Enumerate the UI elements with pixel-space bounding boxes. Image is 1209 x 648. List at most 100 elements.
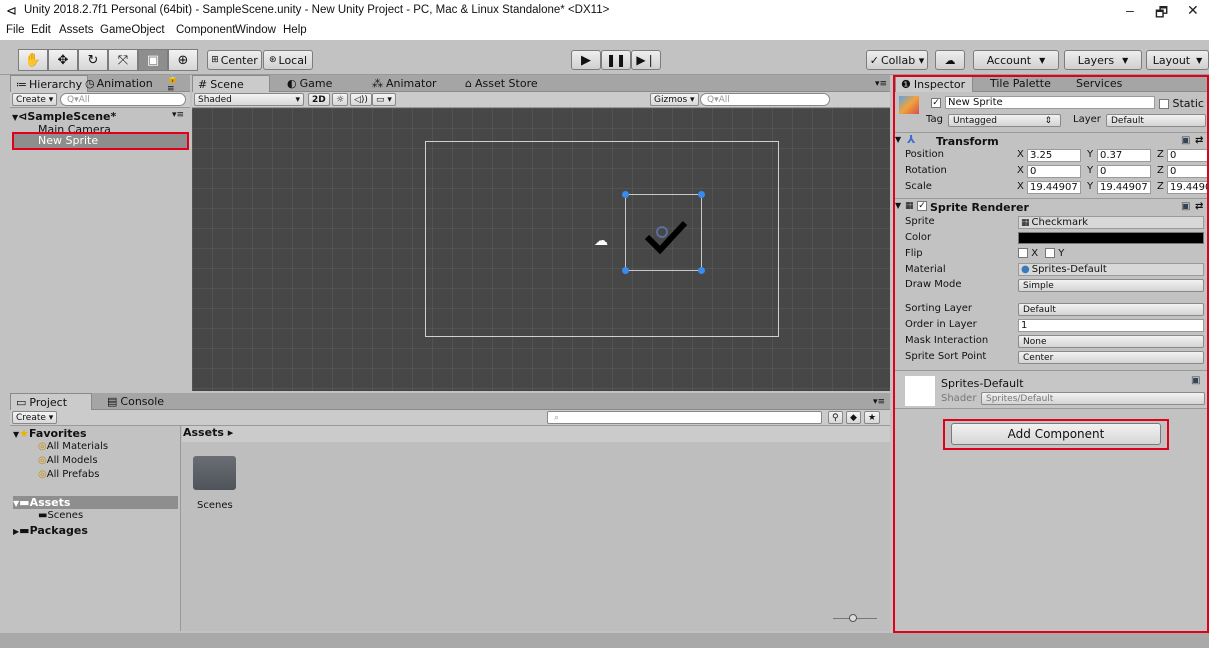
help-icon[interactable]: ▣ bbox=[1181, 135, 1190, 146]
menu-gameobject[interactable]: GameObject bbox=[100, 24, 165, 36]
transform-header[interactable]: ▼ ⅄ Transform ▣ ⇄ bbox=[893, 132, 1209, 148]
tab-inspector[interactable]: ❶ Inspector bbox=[895, 75, 973, 92]
create-dropdown[interactable]: Create ▾ bbox=[12, 411, 58, 424]
zoom-slider[interactable] bbox=[833, 614, 877, 622]
flip-x-checkbox[interactable] bbox=[1018, 248, 1028, 258]
filter-label-icon[interactable]: ◆ bbox=[846, 411, 861, 424]
corner-handle[interactable] bbox=[622, 191, 629, 198]
search-input[interactable]: Q▾All bbox=[60, 93, 186, 106]
material-preview[interactable]: Sprites-Default Shader Sprites/Default ▣ bbox=[893, 370, 1209, 409]
hierarchy-item-new-sprite[interactable]: New Sprite bbox=[14, 134, 188, 148]
favorite-all-models[interactable]: ◎All Models bbox=[38, 455, 98, 466]
lighting-toggle-icon[interactable]: ☼ bbox=[332, 93, 349, 106]
collab-button[interactable]: ✓ Collab ▾ bbox=[866, 50, 928, 70]
position-z-field[interactable]: 0 bbox=[1167, 149, 1209, 162]
menu-file[interactable]: File bbox=[6, 24, 25, 36]
scene-viewport[interactable]: ☁ bbox=[192, 108, 890, 391]
tab-hierarchy[interactable]: ≔ Hierarchy bbox=[10, 75, 89, 92]
create-dropdown[interactable]: Create ▾ bbox=[12, 93, 58, 106]
tab-game[interactable]: ◐ Game bbox=[282, 75, 337, 92]
packages-node[interactable]: ▶▬Packages bbox=[13, 524, 88, 537]
cloud-button[interactable]: ☁ bbox=[935, 50, 965, 70]
favorite-star-icon[interactable]: ★ bbox=[864, 411, 881, 424]
flip-x-toggle[interactable]: X bbox=[1018, 248, 1038, 259]
add-component-button[interactable]: Add Component bbox=[951, 423, 1161, 445]
account-dropdown[interactable]: Account ▼ bbox=[973, 50, 1059, 70]
draw-mode-dropdown[interactable]: Simple bbox=[1018, 279, 1204, 292]
checkmark-sprite[interactable] bbox=[644, 220, 688, 254]
panel-menu-icon[interactable]: 🔒≡ bbox=[162, 74, 190, 94]
mask-interaction-dropdown[interactable]: None bbox=[1018, 335, 1204, 348]
tab-project[interactable]: ▭ Project bbox=[10, 393, 92, 410]
folder-icon[interactable] bbox=[193, 456, 236, 490]
static-toggle[interactable]: Static bbox=[1159, 97, 1204, 110]
favorite-all-prefabs[interactable]: ◎All Prefabs bbox=[38, 469, 99, 480]
scale-z-field[interactable]: 19.4490 bbox=[1167, 181, 1209, 194]
favorite-all-materials[interactable]: ◎All Materials bbox=[38, 441, 108, 452]
panel-menu-icon[interactable]: ▾≡ bbox=[868, 393, 890, 410]
enabled-checkbox[interactable]: ✓ bbox=[917, 201, 927, 211]
settings-icon[interactable]: ⇄ bbox=[1195, 135, 1203, 146]
favorites-node[interactable]: ▼★Favorites bbox=[13, 427, 87, 440]
gizmos-dropdown[interactable]: Gizmos ▾ bbox=[650, 93, 699, 106]
tab-console[interactable]: ▤ Console bbox=[102, 393, 169, 410]
tab-services[interactable]: Services bbox=[1071, 75, 1127, 92]
menu-component[interactable]: Component bbox=[176, 24, 235, 36]
flip-y-checkbox[interactable] bbox=[1045, 248, 1055, 258]
static-checkbox[interactable] bbox=[1159, 99, 1169, 109]
minimize-button[interactable]: – bbox=[1126, 2, 1134, 18]
scale-x-field[interactable]: 19.44907 bbox=[1027, 181, 1081, 194]
tab-animator[interactable]: ⁂ Animator bbox=[367, 75, 442, 92]
sprite-sort-point-dropdown[interactable]: Center bbox=[1018, 351, 1204, 364]
rotate-tool-icon[interactable]: ↻ bbox=[78, 49, 108, 71]
scene-root[interactable]: ▼⊲SampleScene* ▾≡ bbox=[12, 110, 184, 123]
menu-help[interactable]: Help bbox=[283, 24, 307, 36]
pivot-center-button[interactable]: ⊞ Center bbox=[207, 50, 262, 70]
rotation-x-field[interactable]: 0 bbox=[1027, 165, 1081, 178]
breadcrumb[interactable]: Assets ▸ bbox=[182, 426, 890, 442]
tab-asset-store[interactable]: ⌂ Asset Store bbox=[460, 75, 543, 92]
corner-handle[interactable] bbox=[698, 191, 705, 198]
tag-dropdown[interactable]: Untagged ⇕ bbox=[948, 114, 1061, 127]
corner-handle[interactable] bbox=[698, 267, 705, 274]
camera-gizmo-icon[interactable]: ☁ bbox=[594, 233, 608, 249]
position-x-field[interactable]: 3.25 bbox=[1027, 149, 1081, 162]
rotation-z-field[interactable]: 0 bbox=[1167, 165, 1209, 178]
sprite-renderer-header[interactable]: ▼ ▦ ✓ Sprite Renderer ▣ ⇄ bbox=[893, 198, 1209, 214]
scale-tool-icon[interactable]: ⤧ bbox=[108, 49, 138, 71]
pause-button[interactable]: ❚❚ bbox=[601, 50, 631, 70]
menu-edit[interactable]: Edit bbox=[31, 24, 51, 36]
filter-type-icon[interactable]: ⚲ bbox=[828, 411, 843, 424]
sprite-rect-handle[interactable] bbox=[622, 191, 705, 274]
help-icon[interactable]: ▣ bbox=[1181, 201, 1190, 212]
material-field[interactable]: ● Sprites-Default bbox=[1018, 263, 1204, 276]
order-in-layer-field[interactable]: 1 bbox=[1018, 319, 1204, 332]
flip-y-toggle[interactable]: Y bbox=[1045, 248, 1064, 259]
rotation-y-field[interactable]: 0 bbox=[1097, 165, 1151, 178]
project-search-input[interactable]: ⌕ bbox=[547, 411, 822, 424]
layer-dropdown[interactable]: Default bbox=[1106, 114, 1206, 127]
sorting-layer-dropdown[interactable]: Default bbox=[1018, 303, 1204, 316]
effects-toggle-icon[interactable]: ▭ ▾ bbox=[372, 93, 396, 106]
assets-node[interactable]: ▼▬Assets bbox=[13, 496, 178, 509]
play-button[interactable]: ▶ bbox=[571, 50, 601, 70]
context-menu-icon[interactable]: ▾≡ bbox=[172, 110, 184, 120]
folder-scenes[interactable]: ▬Scenes bbox=[38, 510, 83, 521]
menu-assets[interactable]: Assets bbox=[59, 24, 94, 36]
layers-dropdown[interactable]: Layers ▼ bbox=[1064, 50, 1142, 70]
active-checkbox[interactable]: ✓ bbox=[931, 98, 941, 108]
sprite-field[interactable]: ▦ Checkmark bbox=[1018, 216, 1204, 229]
object-name-input[interactable]: New Sprite bbox=[945, 96, 1155, 109]
toggle-2d-button[interactable]: 2D bbox=[308, 93, 330, 106]
step-button[interactable]: ▶❘ bbox=[631, 50, 661, 70]
position-y-field[interactable]: 0.37 bbox=[1097, 149, 1151, 162]
pivot-local-button[interactable]: ⊛ Local bbox=[263, 50, 313, 70]
hand-tool-icon[interactable]: ✋ bbox=[18, 49, 48, 71]
help-icon[interactable]: ▣ bbox=[1191, 375, 1200, 386]
close-button[interactable]: ✕ bbox=[1187, 2, 1199, 19]
menu-window[interactable]: Window bbox=[235, 24, 276, 36]
audio-toggle-icon[interactable]: ◁)) bbox=[350, 93, 372, 106]
tab-scene[interactable]: # Scene bbox=[192, 75, 270, 92]
transform-tool-icon[interactable]: ⊕ bbox=[168, 49, 198, 71]
slider-thumb[interactable] bbox=[849, 614, 857, 622]
